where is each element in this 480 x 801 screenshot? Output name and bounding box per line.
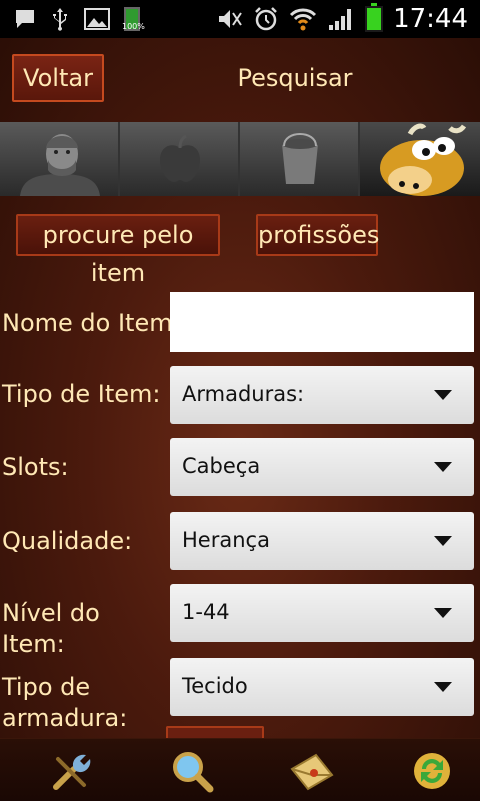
back-button[interactable]: Voltar (12, 54, 104, 102)
cow-icon (380, 123, 467, 196)
chevron-down-icon (434, 682, 452, 692)
armor-value: Tecido (182, 674, 248, 698)
page-title: Pesquisar (237, 64, 353, 92)
chevron-down-icon (434, 608, 452, 618)
clock: 17:44 (393, 4, 468, 34)
search-icon[interactable] (168, 747, 216, 795)
wifi-icon (290, 8, 317, 31)
level-label: Nível do Item: (2, 599, 100, 658)
battery-icon (365, 3, 384, 32)
bottom-toolbar (0, 738, 480, 801)
type-label: Tipo de Item: (2, 380, 161, 408)
tab-food[interactable] (120, 122, 240, 196)
slots-label: Slots: (2, 453, 69, 481)
slots-value: Cabeça (182, 454, 261, 478)
professions-button[interactable]: profissões (256, 214, 379, 256)
category-tabs (0, 122, 480, 196)
quality-select[interactable]: Herança (170, 512, 474, 570)
item-type-value: Armaduras: (182, 382, 305, 406)
chevron-down-icon (434, 462, 452, 472)
app-root: Voltar Pesquisar procure pelo item profi… (0, 38, 480, 801)
level-select[interactable]: 1-44 (170, 584, 474, 642)
bucket-icon (282, 133, 318, 184)
signal-icon (329, 9, 352, 30)
apple-icon (160, 134, 200, 182)
chevron-down-icon (434, 536, 452, 546)
name-label: Nome do Item: (2, 309, 181, 337)
search-submit-button[interactable] (166, 726, 264, 738)
mail-icon[interactable] (288, 747, 336, 795)
armor-select[interactable]: Tecido (170, 658, 474, 716)
item-name-input[interactable] (170, 292, 474, 352)
search-item-button[interactable]: procure pelo item (16, 214, 220, 287)
battery-small-icon: 100% (122, 7, 145, 31)
chat-icon (16, 10, 34, 28)
quality-label: Qualidade: (2, 527, 133, 555)
slots-select[interactable]: Cabeça (170, 438, 474, 496)
mute-icon (219, 10, 242, 28)
tools-icon[interactable] (48, 747, 96, 795)
chevron-down-icon (434, 390, 452, 400)
tab-cow[interactable] (360, 122, 480, 196)
refresh-icon[interactable] (408, 747, 456, 795)
status-bar: 100% 17:44 (0, 0, 480, 38)
alarm-icon (255, 7, 277, 31)
tab-character[interactable] (0, 122, 120, 196)
armor-label: Tipo de armadura: (2, 673, 128, 732)
item-type-select[interactable]: Armaduras: (170, 366, 474, 424)
character-icon (20, 134, 100, 196)
level-value: 1-44 (182, 600, 230, 624)
header: Voltar Pesquisar (0, 38, 480, 122)
quality-value: Herança (182, 528, 270, 552)
usb-icon (53, 8, 67, 31)
image-icon (84, 8, 110, 30)
tab-items[interactable] (240, 122, 360, 196)
